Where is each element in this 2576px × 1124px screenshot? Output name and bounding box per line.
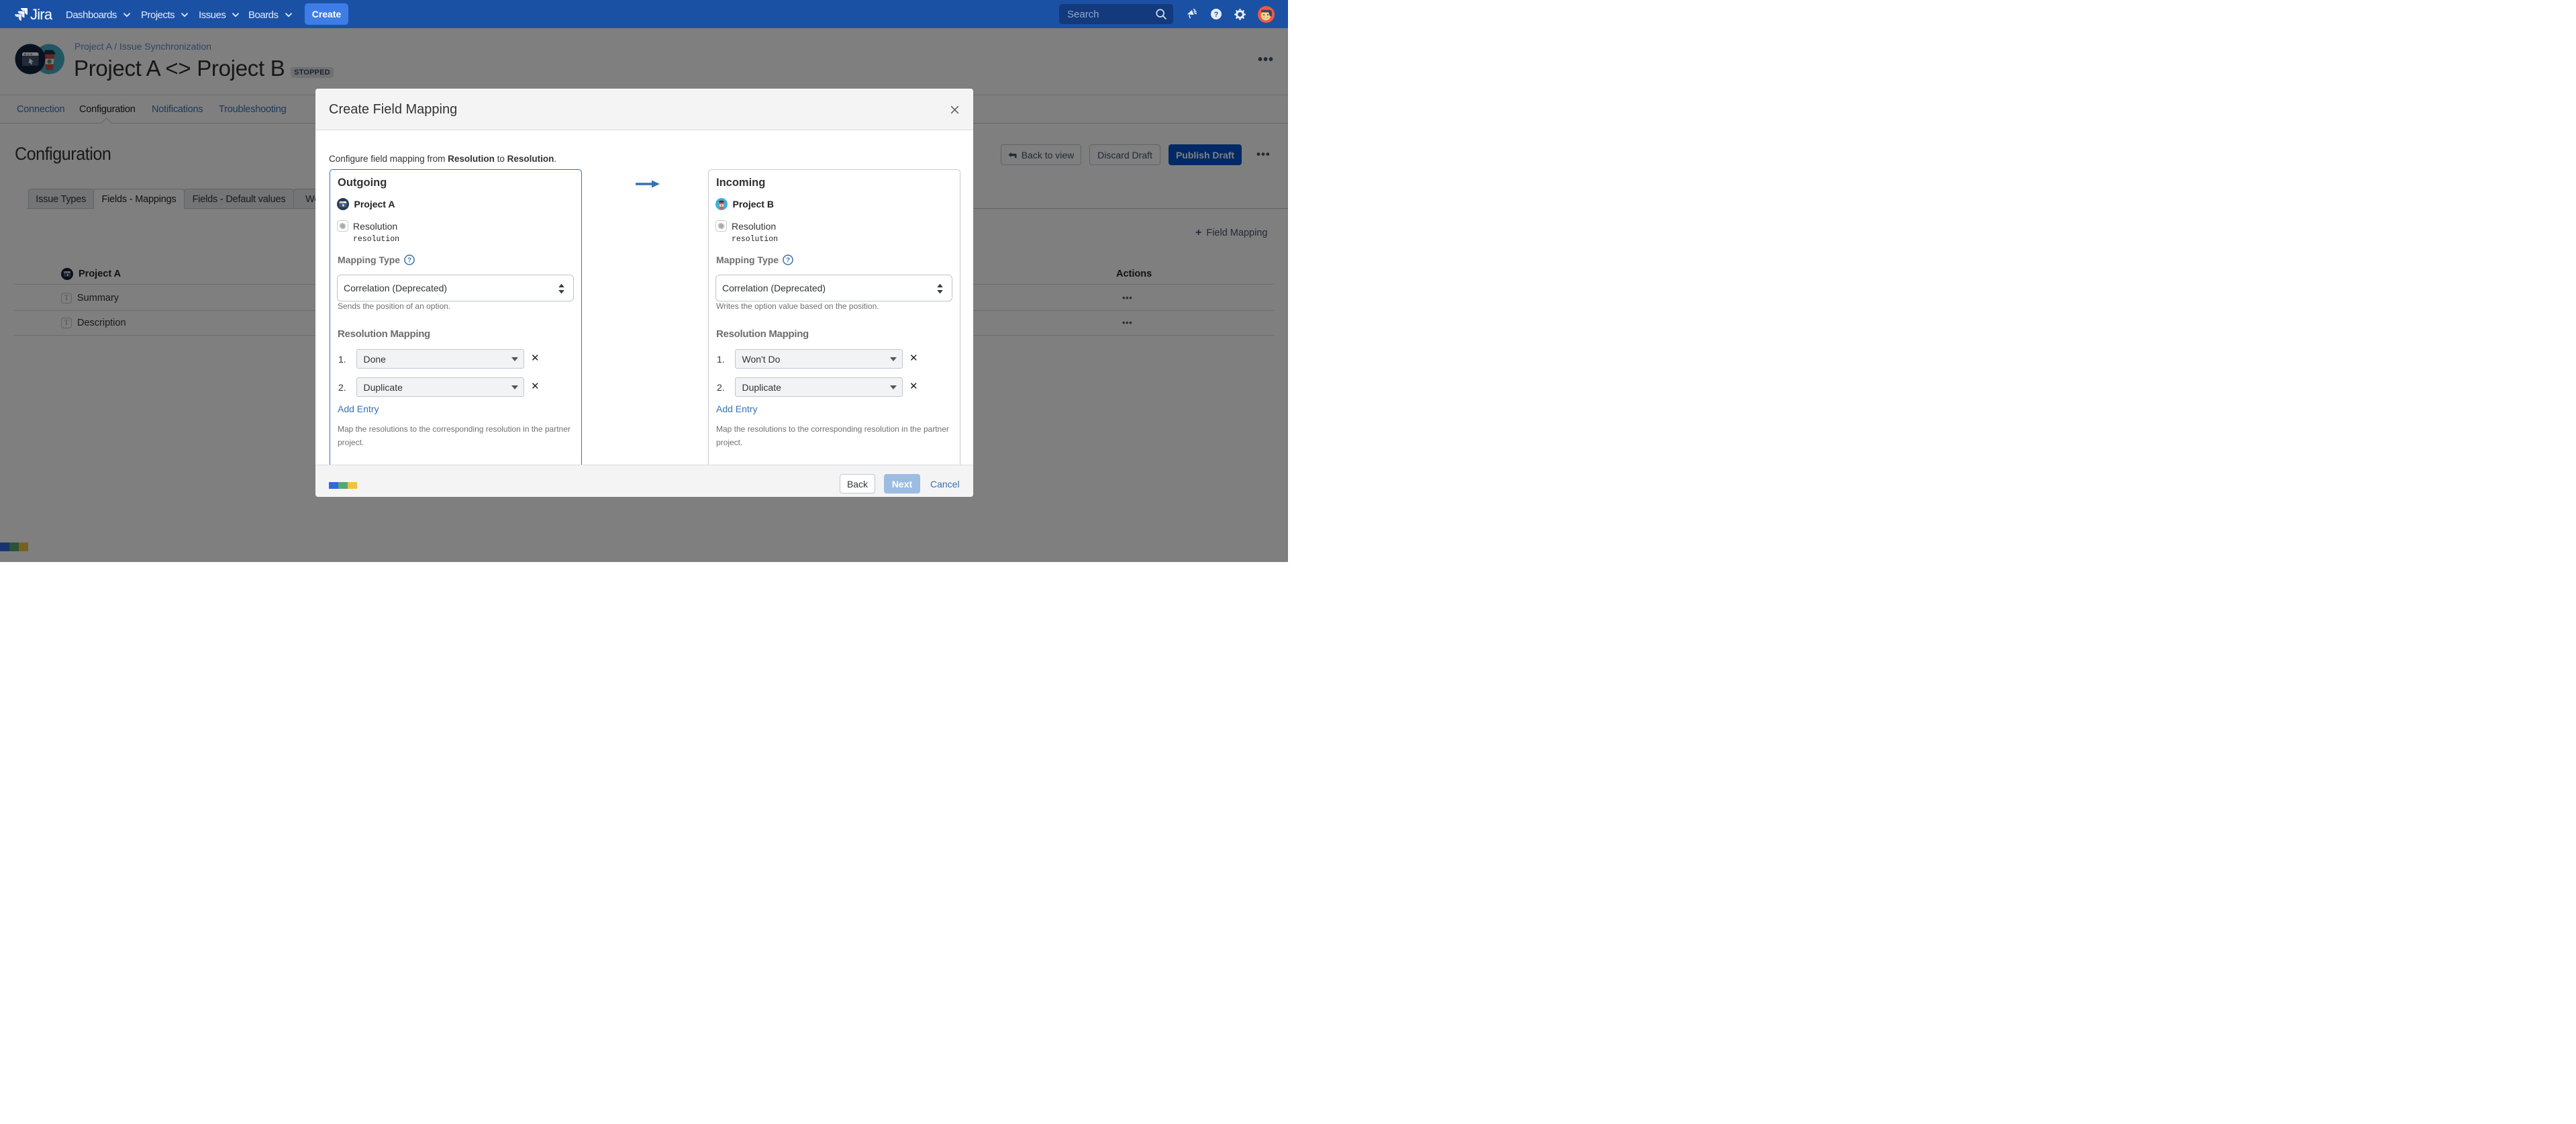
svg-text:?: ? <box>1214 11 1219 19</box>
svg-text:?: ? <box>786 257 790 265</box>
svg-text:?: ? <box>407 257 411 265</box>
